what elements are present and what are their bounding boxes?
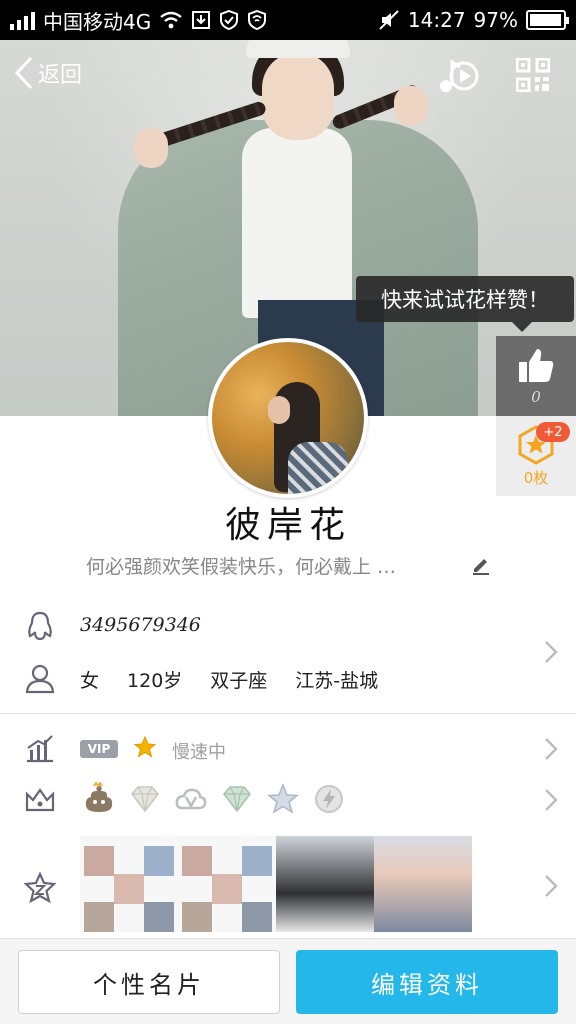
zodiac: 双子座 [210, 670, 268, 692]
vpn-shield-icon [248, 10, 267, 30]
badge-list[interactable] [82, 782, 346, 816]
thumbs-up-icon [519, 349, 554, 382]
basic-info: 女 120岁 双子座 江苏-盐城 [80, 666, 378, 693]
photo-wall[interactable] [80, 836, 472, 932]
back-button[interactable]: 返回 [14, 56, 82, 90]
back-label: 返回 [38, 63, 83, 88]
age: 120岁 [127, 670, 183, 692]
avatar-shirt [288, 442, 348, 494]
level-star-icon [134, 736, 156, 758]
green-diamond-badge-icon [223, 786, 251, 813]
cover-hand-left [134, 128, 168, 168]
download-icon [192, 11, 211, 29]
section-divider [0, 713, 576, 714]
chevron-right-icon[interactable] [544, 737, 558, 761]
profile-card-button[interactable]: 个性名片 [18, 950, 280, 1014]
lightning-badge-icon [315, 785, 343, 813]
location: 江苏-盐城 [295, 670, 379, 692]
photo-thumbnail[interactable] [178, 836, 276, 932]
like-button[interactable]: 0 [496, 336, 576, 416]
photo-cell [182, 846, 212, 876]
qq-number: 3495679346 [80, 614, 201, 636]
music-play-icon[interactable] [438, 58, 480, 94]
vip-status: 慢速中 [172, 742, 226, 763]
chevron-right-icon[interactable] [544, 640, 558, 664]
qr-code-icon[interactable] [516, 58, 550, 92]
star-badge-icon [267, 782, 299, 814]
photo-thumbnail[interactable] [276, 836, 374, 932]
star-z-icon [24, 872, 56, 904]
cover-shirt [242, 128, 352, 318]
chevron-right-icon[interactable] [544, 788, 558, 812]
battery-percent: 97% [473, 8, 518, 32]
photo-cell [144, 902, 174, 932]
like-count: 0 [531, 388, 541, 406]
photo-cell [144, 846, 174, 876]
vip-tag: VIP [80, 740, 118, 758]
signal-icon [10, 10, 35, 30]
signature-text[interactable]: 何必强颜欢笑假装快乐，何必戴上 … [86, 552, 466, 579]
carrier-label: 中国移动4G [43, 9, 152, 34]
edit-profile-button[interactable]: 编辑资料 [296, 950, 558, 1014]
battery-icon [526, 10, 569, 30]
avatar-face [268, 396, 290, 424]
poop-badge-icon [85, 782, 113, 812]
avatar[interactable] [208, 338, 368, 498]
edit-pencil-icon[interactable] [470, 554, 492, 576]
cover-face [262, 52, 334, 140]
photo-cell [242, 846, 272, 876]
cloud-v-badge-icon [175, 788, 207, 810]
photo-thumbnail[interactable] [80, 836, 178, 932]
mute-icon [379, 10, 399, 30]
status-bar: 中国移动4G 14:27 97% [0, 0, 576, 40]
wifi-icon [160, 11, 182, 29]
photo-cell [84, 902, 114, 932]
tooltip-text: 快来试试花样赞！ [381, 288, 549, 312]
photo-cell [212, 874, 242, 904]
nickname: 彼岸花 [224, 505, 351, 546]
clock: 14:27 [407, 8, 466, 32]
photo-thumbnail[interactable] [374, 836, 472, 932]
photo-cell [182, 902, 212, 932]
qq-penguin-icon [28, 611, 52, 641]
chevron-left-icon [14, 56, 33, 90]
crown-icon [25, 788, 55, 812]
shield-check-icon [220, 10, 239, 30]
chevron-right-icon[interactable] [544, 874, 558, 898]
coin-count: 0枚 [523, 468, 549, 487]
photo-cell [242, 902, 272, 932]
coin-button[interactable]: 0枚 +2 [496, 416, 576, 496]
photo-cell [114, 874, 144, 904]
person-icon [25, 664, 55, 694]
gender: 女 [80, 670, 100, 692]
photo-cell [84, 846, 114, 876]
diamond-badge-icon [131, 786, 159, 813]
coin-badge: +2 [536, 422, 570, 442]
cover-hand-right [394, 86, 428, 126]
like-tooltip[interactable]: 快来试试花样赞！ [356, 276, 574, 332]
level-chart-icon [27, 735, 53, 763]
